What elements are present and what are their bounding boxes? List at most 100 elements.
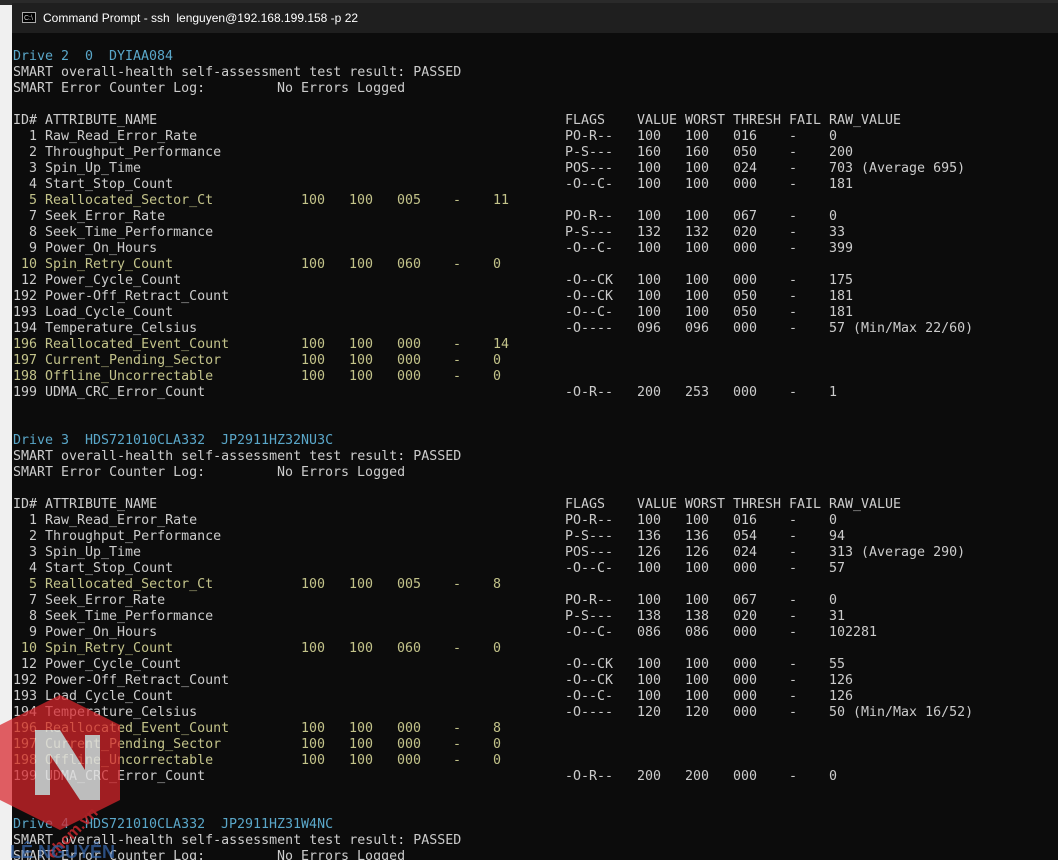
attr-raw: 94 — [829, 529, 846, 544]
attr-thresh: 000 — [733, 689, 758, 704]
attr-id: 194 — [13, 321, 38, 336]
attr-flags: -O---- — [565, 321, 614, 336]
attr-thresh: 050 — [733, 289, 758, 304]
attr-raw: 181 — [829, 305, 854, 320]
drive-model: 0 — [85, 49, 94, 64]
attr-fail: - — [789, 209, 798, 224]
attr-name: Raw_Read_Error_Rate — [45, 129, 198, 144]
attr-id: 2 — [29, 529, 38, 544]
attribute-row: 192 Power-Off_Retract_Count -O--CK 100 100 05… — [13, 289, 1053, 305]
console-output[interactable]: Drive 2 0 DYIAA084 SMART overall-health sel… — [12, 33, 1058, 860]
attribute-row: 2 Throughput_Performance P-S--- 136 136 054 - 9… — [13, 529, 1053, 545]
attr-raw: 126 — [829, 689, 854, 704]
attr-raw: 0 — [829, 769, 838, 784]
attr-id: 8 — [29, 225, 38, 240]
attr-fail: - — [453, 721, 462, 736]
attribute-row: 194 Temperature_Celsius -O---- 120 120 000 - 50… — [13, 705, 1053, 721]
attr-value: 086 — [637, 625, 662, 640]
attr-id: 8 — [29, 609, 38, 624]
title-bar[interactable]: C:\ Command Prompt - ssh lenguyen@192.16… — [12, 3, 1058, 33]
col-worst: WORST — [685, 497, 726, 512]
attr-raw: 175 — [829, 273, 854, 288]
attr-flags: -O--C- — [565, 177, 614, 192]
attr-raw: 703 (Average 695) — [829, 161, 966, 176]
attr-fail: - — [789, 689, 798, 704]
attr-worst: 100 — [349, 353, 374, 368]
attr-thresh: 000 — [733, 705, 758, 720]
attr-id: 4 — [29, 561, 38, 576]
health-text: SMART overall-health self-assessment tes… — [13, 833, 462, 848]
attr-name: Reallocated_Sector_Ct — [45, 193, 214, 208]
drive-serial: JP2911HZ32NU3C — [221, 433, 334, 448]
attribute-row: 198 Offline_Uncorrectable 100 100 000 - 0 — [13, 369, 1053, 385]
attr-name: Current_Pending_Sector — [45, 353, 222, 368]
attr-id: 192 — [13, 673, 38, 688]
attr-flags: P-S--- — [565, 225, 614, 240]
attribute-row: 4 Start_Stop_Count -O--C- 100 100 000 - 181 — [13, 177, 1053, 193]
attr-name: Start_Stop_Count — [45, 561, 174, 576]
attr-id: 193 — [13, 689, 38, 704]
attr-id: 3 — [29, 161, 38, 176]
attr-fail: - — [453, 337, 462, 352]
drive-serial: DYIAA084 — [109, 49, 174, 64]
col-name: ATTRIBUTE_NAME — [45, 497, 158, 512]
attr-worst: 100 — [685, 177, 710, 192]
health-result: SMART overall-health self-assessment tes… — [13, 833, 1053, 849]
attr-worst: 100 — [349, 257, 374, 272]
attribute-header: ID# ATTRIBUTE_NAME FLAGS VALUE WORST THRESH FA… — [13, 497, 1053, 513]
attr-name: Offline_Uncorrectable — [45, 369, 214, 384]
attr-worst: 100 — [685, 561, 710, 576]
attr-value: 132 — [637, 225, 662, 240]
attr-fail: - — [789, 129, 798, 144]
attr-flags: -O--C- — [565, 305, 614, 320]
attr-id: 10 — [21, 257, 38, 272]
attr-id: 7 — [29, 209, 38, 224]
attr-raw: 57 (Min/Max 22/60) — [829, 321, 974, 336]
attr-fail: - — [453, 577, 462, 592]
attr-value: 100 — [301, 737, 326, 752]
attr-raw: 0 — [493, 753, 502, 768]
attr-id: 1 — [29, 129, 38, 144]
attr-raw: 181 — [829, 177, 854, 192]
attr-name: Spin_Retry_Count — [45, 257, 174, 272]
attr-raw: 33 — [829, 225, 846, 240]
attr-thresh: 020 — [733, 609, 758, 624]
col-fail: FAIL — [789, 497, 822, 512]
drive-heading: Drive 4 HDS721010CLA332 JP2911HZ31W4NC — [13, 817, 1053, 833]
col-flags: FLAGS — [565, 497, 606, 512]
attribute-row: 12 Power_Cycle_Count -O--CK 100 100 000 - 175 — [13, 273, 1053, 289]
attr-value: 100 — [637, 561, 662, 576]
attr-fail: - — [789, 161, 798, 176]
attr-fail: - — [789, 241, 798, 256]
attr-worst: 100 — [685, 273, 710, 288]
attr-raw: 0 — [493, 369, 502, 384]
attr-thresh: 016 — [733, 513, 758, 528]
col-flags: FLAGS — [565, 113, 606, 128]
attribute-row: 10 Spin_Retry_Count 100 100 060 - 0 — [13, 641, 1053, 657]
attr-name: Temperature_Celsius — [45, 705, 198, 720]
attr-worst: 253 — [685, 385, 710, 400]
attr-worst: 100 — [685, 673, 710, 688]
attr-flags: -O--C- — [565, 241, 614, 256]
attr-id: 196 — [13, 721, 38, 736]
attr-worst: 138 — [685, 609, 710, 624]
attr-worst: 086 — [685, 625, 710, 640]
attr-id: 192 — [13, 289, 38, 304]
attr-id: 194 — [13, 705, 38, 720]
attr-id: 2 — [29, 145, 38, 160]
attr-name: Power-Off_Retract_Count — [45, 673, 230, 688]
error-log-value: No Errors Logged — [277, 849, 406, 860]
col-thresh: THRESH — [733, 497, 782, 512]
attr-raw: 31 — [829, 609, 846, 624]
error-log-label: SMART Error Counter Log: — [13, 849, 206, 860]
attr-flags: -O---- — [565, 705, 614, 720]
attr-id: 9 — [29, 625, 38, 640]
attribute-row: 5 Reallocated_Sector_Ct 100 100 005 - 11 — [13, 193, 1053, 209]
attr-fail: - — [789, 705, 798, 720]
attr-thresh: 000 — [397, 753, 422, 768]
attribute-row: 192 Power-Off_Retract_Count -O--CK 100 100 00… — [13, 673, 1053, 689]
attr-fail: - — [789, 609, 798, 624]
attr-name: Reallocated_Event_Count — [45, 721, 230, 736]
attr-name: Throughput_Performance — [45, 529, 222, 544]
attr-raw: 8 — [493, 577, 502, 592]
